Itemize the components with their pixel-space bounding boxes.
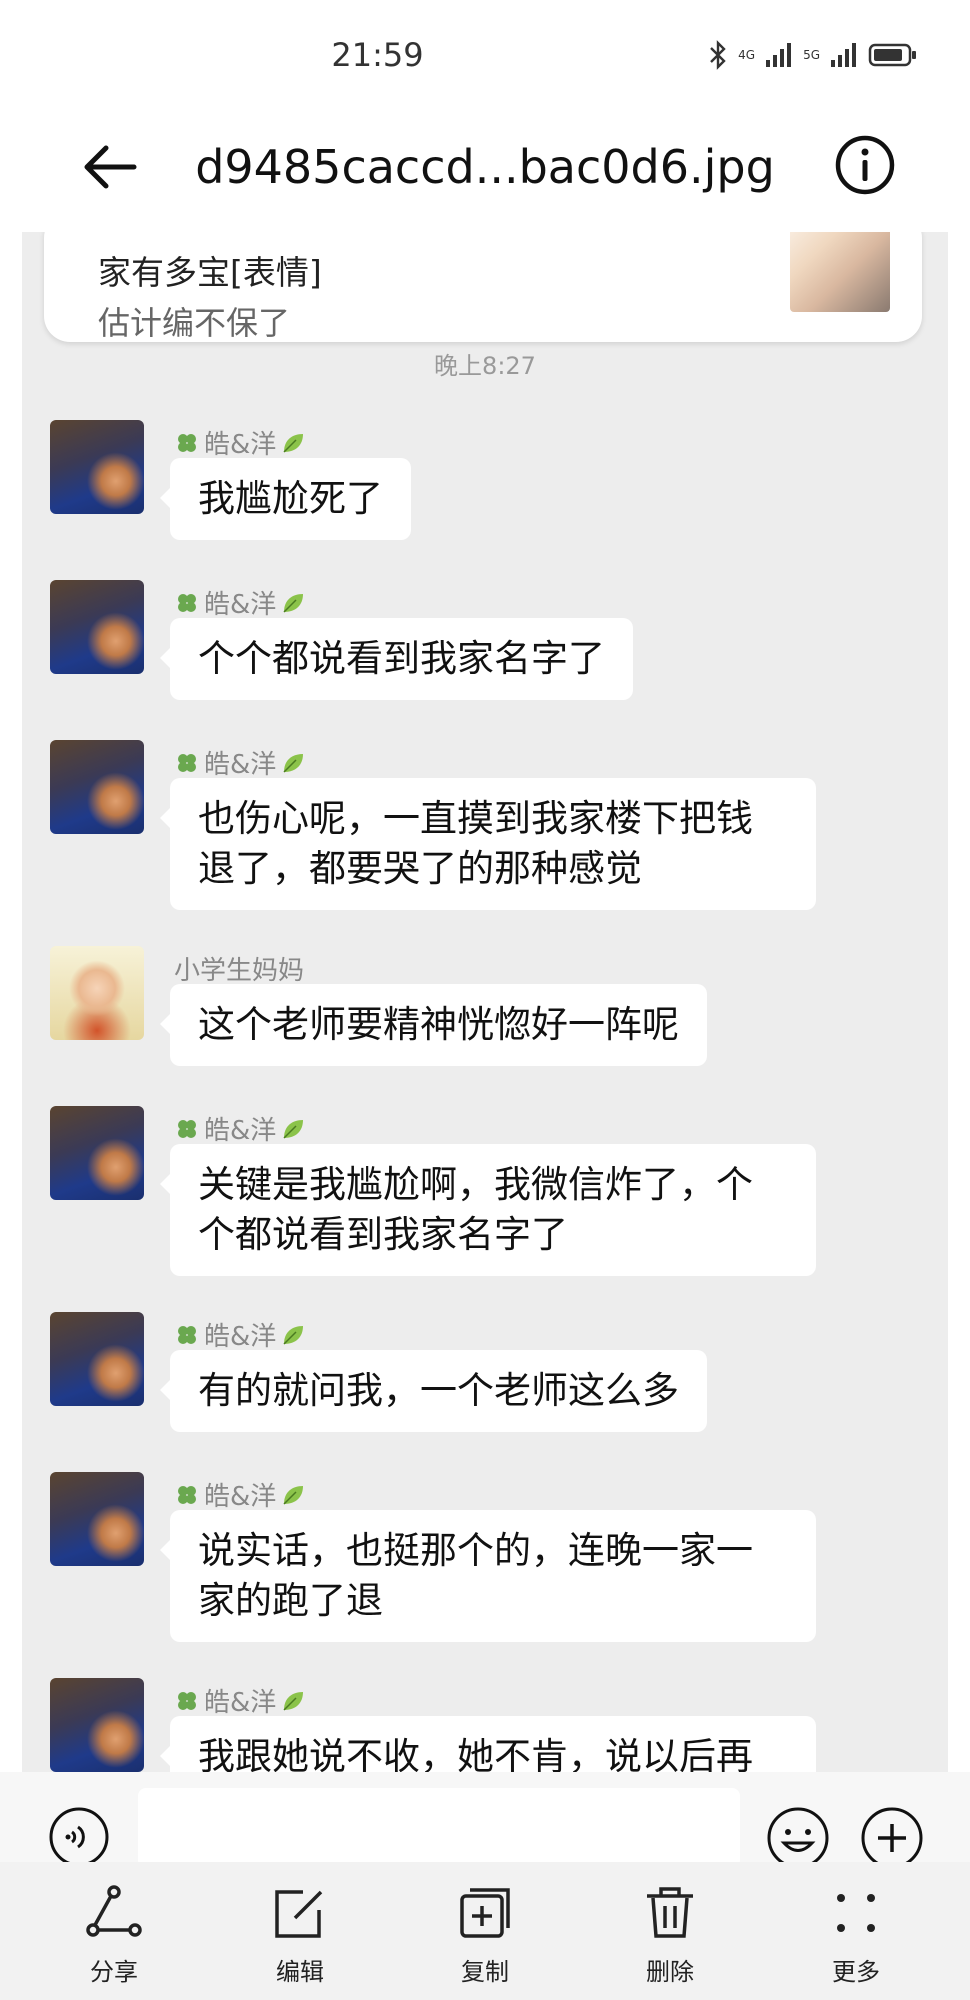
sender-name: 皓&洋 — [174, 1476, 306, 1513]
avatar[interactable] — [50, 1678, 144, 1772]
sender-label: 皓&洋 — [204, 1116, 277, 1146]
battery-icon — [868, 43, 916, 67]
message-bubble[interactable]: 也伤心呢，一直摸到我家楼下把钱退了，都要哭了的那种感觉 — [160, 778, 816, 910]
sender-name: 皓&洋 — [174, 1682, 306, 1719]
share-icon — [86, 1885, 142, 1937]
sender-label: 皓&洋 — [204, 430, 277, 460]
sender-name: 皓&洋 — [174, 1316, 306, 1353]
clover-icon — [178, 1691, 196, 1710]
sender-label: 皓&洋 — [204, 750, 277, 780]
signal-icon-2 — [831, 43, 856, 67]
copy-button[interactable]: 复制 — [425, 1884, 545, 1987]
sender-label: 皓&洋 — [204, 590, 277, 620]
more-label: 更多 — [832, 1958, 880, 1986]
voice-input-icon[interactable] — [48, 1806, 110, 1868]
title-bar: d9485caccd...bac0d6.jpg — [0, 110, 970, 230]
chat-screenshot: 家有多宝[表情] 估计编不保了 晚上8:27 皓&洋 我尴尬死了 皓&洋 个个都… — [22, 232, 948, 1772]
message-bubble[interactable]: 关键是我尴尬啊，我微信炸了，个个都说看到我家名字了 — [160, 1144, 816, 1276]
bottom-toolbar: 分享 编辑 复制 删除 更多 — [0, 1862, 970, 2000]
avatar[interactable] — [50, 1472, 144, 1566]
chat-input-bar — [0, 1772, 970, 1869]
avatar[interactable] — [50, 580, 144, 674]
more-dots-icon — [837, 1894, 875, 1932]
sender-label: 皓&洋 — [204, 1482, 277, 1512]
share-button[interactable]: 分享 — [54, 1884, 174, 1987]
copy-label: 复制 — [461, 1958, 509, 1986]
delete-label: 删除 — [646, 1958, 694, 1986]
message-bubble[interactable]: 我跟她说不收，她不肯，说以后再 — [160, 1716, 816, 1772]
more-button[interactable]: 更多 — [796, 1884, 916, 1987]
clover-icon — [178, 1485, 196, 1504]
delete-button[interactable]: 删除 — [610, 1884, 730, 1987]
avatar[interactable] — [50, 946, 144, 1040]
sender-label: 皓&洋 — [204, 1322, 277, 1352]
network-type-1: 4G — [738, 47, 756, 62]
leaf-icon — [283, 1691, 304, 1711]
quoted-card-thumbnail — [790, 232, 890, 312]
leaf-icon — [283, 433, 304, 453]
message-bubble[interactable]: 个个都说看到我家名字了 — [160, 618, 633, 700]
trash-icon — [647, 1887, 693, 1938]
status-bar: 21:59 4G 5G — [0, 0, 970, 110]
avatar[interactable] — [50, 1312, 144, 1406]
message-input[interactable] — [138, 1788, 740, 1868]
clover-icon — [178, 1119, 196, 1138]
avatar[interactable] — [50, 1106, 144, 1200]
leaf-icon — [283, 1485, 304, 1505]
sender-label: 小学生妈妈 — [174, 956, 305, 986]
sender-name: 小学生妈妈 — [174, 950, 304, 987]
sender-name: 皓&洋 — [174, 584, 306, 621]
message-bubble[interactable]: 说实话，也挺那个的，连晚一家一家的跑了退 — [160, 1510, 816, 1642]
status-time: 21:59 — [331, 36, 424, 74]
clover-icon — [178, 433, 196, 452]
edit-button[interactable]: 编辑 — [240, 1884, 360, 1987]
leaf-icon — [283, 1325, 304, 1345]
leaf-icon — [283, 1119, 304, 1139]
quoted-card-title: 家有多宝[表情] — [98, 253, 322, 292]
edit-icon — [275, 1890, 323, 1938]
clover-icon — [178, 593, 196, 612]
signal-icon — [766, 43, 792, 67]
bluetooth-icon — [710, 40, 726, 70]
status-icons: 4G 5G — [708, 40, 918, 70]
time-separator: 晚上8:27 — [434, 352, 536, 380]
clover-icon — [178, 753, 196, 772]
message-bubble[interactable]: 我尴尬死了 — [160, 458, 411, 540]
sender-label: 皓&洋 — [204, 1688, 277, 1718]
sender-name: 皓&洋 — [174, 424, 306, 461]
avatar[interactable] — [50, 740, 144, 834]
share-label: 分享 — [90, 1958, 138, 1986]
avatar[interactable] — [50, 420, 144, 514]
sender-name: 皓&洋 — [174, 1110, 306, 1147]
info-icon[interactable] — [834, 134, 896, 196]
plus-icon[interactable] — [860, 1806, 924, 1870]
quoted-card: 家有多宝[表情] 估计编不保了 — [44, 232, 922, 342]
clover-icon — [178, 1325, 196, 1344]
quoted-card-subtitle: 估计编不保了 — [98, 304, 291, 342]
sender-name: 皓&洋 — [174, 744, 306, 781]
message-bubble[interactable]: 这个老师要精神恍惚好一阵呢 — [160, 984, 707, 1066]
copy-icon — [460, 1888, 510, 1938]
leaf-icon — [283, 593, 304, 613]
message-bubble[interactable]: 有的就问我，一个老师这么多 — [160, 1350, 707, 1432]
network-type-2: 5G — [803, 47, 820, 62]
leaf-icon — [283, 753, 304, 773]
page-title: d9485caccd...bac0d6.jpg — [195, 140, 775, 194]
edit-label: 编辑 — [276, 1958, 324, 1986]
emoji-icon[interactable] — [766, 1806, 830, 1870]
